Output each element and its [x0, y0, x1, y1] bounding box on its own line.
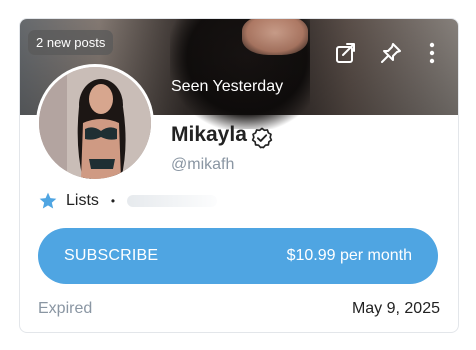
share-icon[interactable] [332, 39, 360, 67]
avatar-photo [39, 67, 151, 179]
last-seen-status: Seen Yesterday [171, 78, 284, 95]
subscribe-button[interactable]: SUBSCRIBE $10.99 per month [38, 228, 438, 284]
lists-names-blurred [127, 195, 218, 207]
new-posts-badge[interactable]: 2 new posts [28, 30, 114, 55]
subscription-price: $10.99 per month [286, 247, 412, 264]
subscription-status: Expired [38, 300, 93, 317]
subscribe-label: SUBSCRIBE [64, 247, 159, 264]
star-icon [38, 191, 58, 211]
subscription-date: May 9, 2025 [351, 300, 440, 317]
more-vertical-icon[interactable] [418, 39, 446, 67]
pin-icon[interactable] [377, 39, 405, 67]
avatar[interactable] [36, 64, 154, 182]
lists-separator: • [110, 194, 116, 208]
lists-row[interactable]: Lists • [38, 191, 218, 211]
profile-handle[interactable]: @mikafh [171, 156, 234, 174]
lists-label: Lists [66, 192, 99, 209]
creator-card: 2 new posts Seen Yesterday Mikayla @mika… [19, 18, 459, 333]
profile-name[interactable]: Mikayla [171, 123, 247, 147]
verified-badge-icon [251, 127, 273, 149]
